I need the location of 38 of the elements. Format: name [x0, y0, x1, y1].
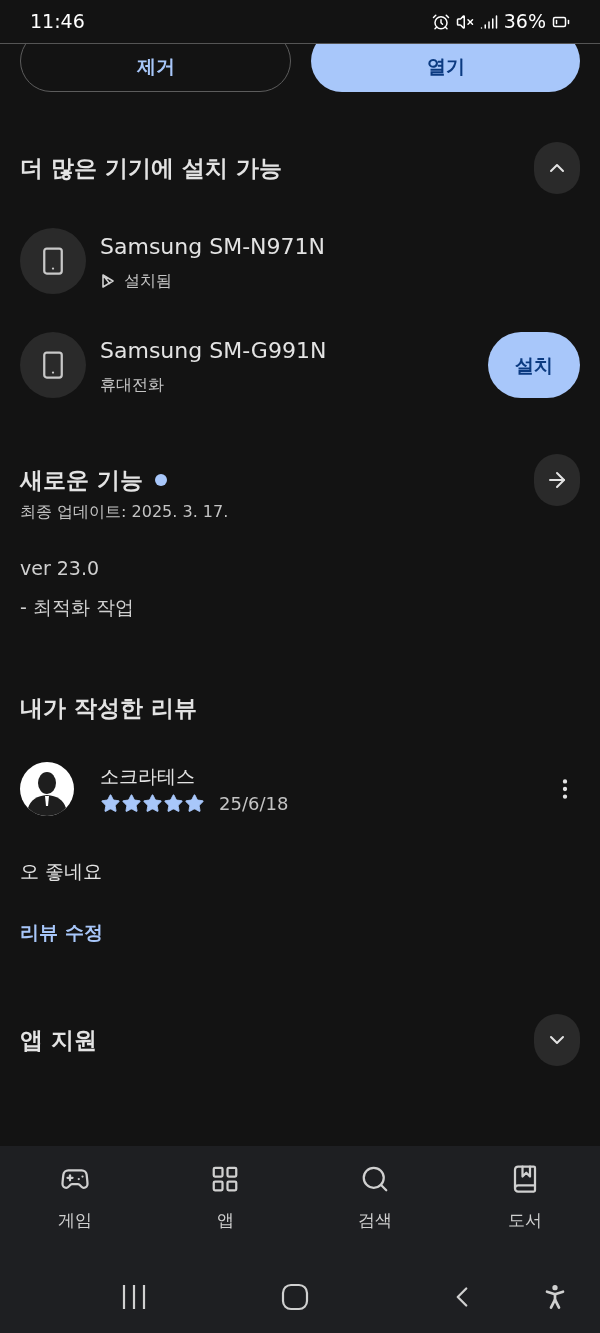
- device-name: Samsung SM-G991N: [100, 336, 328, 365]
- open-button[interactable]: 열기: [311, 44, 580, 92]
- update-date: 최종 업데이트: 2025. 3. 17.: [20, 501, 230, 523]
- section-title: 내가 작성한 리뷰: [20, 694, 198, 723]
- nav-tab[interactable]: 도서: [450, 1146, 600, 1261]
- section-title: 앱 지원: [20, 1025, 97, 1055]
- edit-review-link[interactable]: 리뷰 수정: [20, 917, 580, 946]
- search-icon: [360, 1164, 390, 1194]
- install-button[interactable]: 설치: [488, 332, 580, 398]
- star-icon: [142, 793, 163, 814]
- section-title: 더 많은 기기에 설치 가능: [20, 153, 283, 183]
- review-date: 25/6/18: [219, 792, 289, 816]
- battery-percent: 36%: [503, 9, 546, 35]
- nav-tab[interactable]: 게임: [0, 1146, 150, 1261]
- grid-icon: [210, 1164, 240, 1194]
- star-icon: [163, 793, 184, 814]
- release-note: ver 23.0: [20, 556, 101, 581]
- section-title: 새로운 기능: [20, 465, 143, 495]
- recent-apps-icon[interactable]: [120, 1284, 148, 1310]
- home-icon[interactable]: [281, 1283, 309, 1311]
- nav-tab[interactable]: 앱: [150, 1146, 300, 1261]
- play-outline-icon: [100, 272, 116, 289]
- star-icon: [121, 793, 142, 814]
- release-note: - 최적화 작업: [20, 594, 135, 620]
- star-icon: [184, 793, 205, 814]
- star-icon: [100, 793, 121, 814]
- device-name: Samsung SM-N971N: [100, 232, 326, 261]
- device-status: 휴대전화: [100, 373, 164, 396]
- nav-tab[interactable]: 검색: [300, 1146, 450, 1261]
- avatar-silhouette: [20, 762, 74, 817]
- signal-icon: [479, 12, 498, 31]
- status-time: 11:46: [30, 9, 85, 35]
- alarm-icon: [431, 12, 450, 31]
- review-text: 오 좋네요: [20, 859, 104, 884]
- device-status: 설치됨: [124, 269, 172, 292]
- arrow-button[interactable]: [534, 454, 580, 506]
- reviewer-name: 소크라테스: [100, 763, 196, 789]
- mute-icon: [455, 12, 474, 31]
